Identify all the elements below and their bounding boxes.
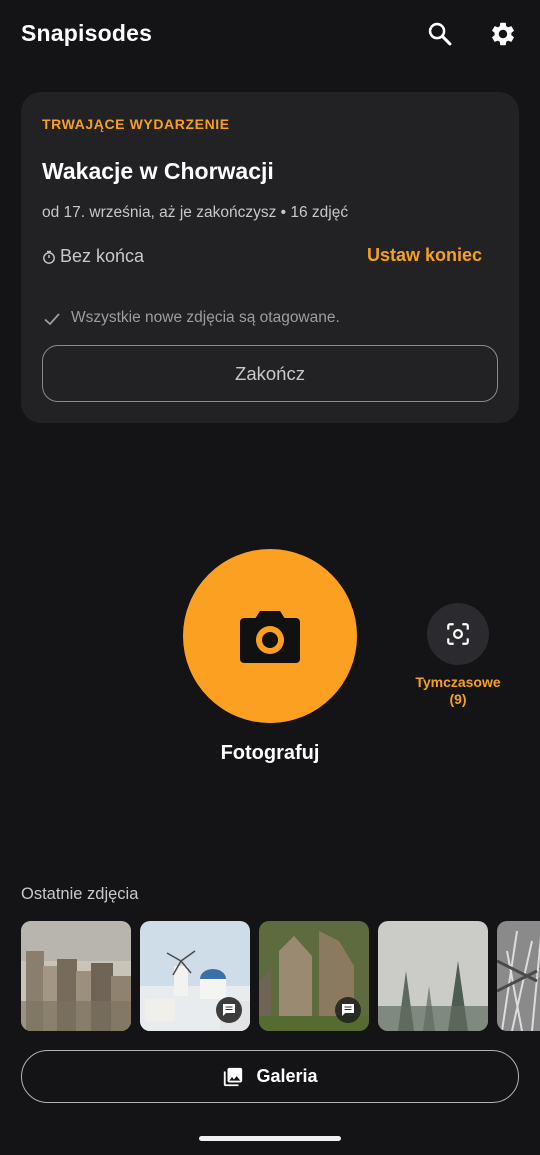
temporary-photos-button[interactable] (427, 603, 489, 665)
settings-button[interactable] (485, 16, 521, 52)
temporary-photos-label: Tymczasowe (9) (402, 674, 514, 708)
set-end-button[interactable]: Ustaw koniec (367, 245, 482, 266)
end-label: Bez końca (60, 246, 145, 266)
event-meta: od 17. września, aż je zakończysz • 16 z… (42, 204, 349, 221)
capture-label: Fotografuj (220, 742, 320, 764)
app-title: Snapisodes (21, 20, 153, 46)
photo-thumbnail-fog-forest[interactable] (378, 921, 488, 1031)
gesture-nav-handle[interactable] (199, 1136, 341, 1141)
note-badge (216, 997, 242, 1023)
app-screen: Snapisodes TRWAJĄCE WYDARZENIE Wakacje w… (0, 0, 540, 1155)
ongoing-event-card: TRWAJĄCE WYDARZENIE Wakacje w Chorwacji … (21, 92, 519, 423)
tag-note-row: Wszystkie nowe zdjęcia są otagowane. (42, 308, 462, 330)
event-overline: TRWAJĄCE WYDARZENIE (42, 116, 230, 132)
camera-icon (240, 611, 300, 663)
capture-button[interactable] (183, 549, 357, 723)
photo-thumbnail-windmill[interactable] (140, 921, 250, 1031)
recent-photos-title: Ostatnie zdjęcia (21, 885, 139, 903)
recent-photos-strip[interactable] (21, 921, 540, 1031)
comment-icon (342, 1004, 354, 1016)
gallery-button[interactable]: Galeria (21, 1050, 519, 1103)
focus-icon (447, 623, 469, 645)
top-app-bar: Snapisodes (0, 0, 540, 68)
timer-icon (43, 250, 55, 264)
check-icon (44, 313, 60, 326)
photo-thumbnail-rocks[interactable] (259, 921, 369, 1031)
photo-library-icon (224, 1067, 243, 1086)
search-button[interactable] (422, 16, 458, 52)
comment-icon (223, 1004, 235, 1016)
search-icon (428, 22, 452, 46)
event-title: Wakacje w Chorwacji (42, 158, 274, 184)
photo-thumbnail-city[interactable] (21, 921, 131, 1031)
note-badge (335, 997, 361, 1023)
temporary-count: (9) (449, 691, 467, 707)
temporary-label-text: Tymczasowe (415, 674, 501, 690)
gear-icon (492, 22, 514, 46)
photo-thumbnail-grass[interactable] (497, 921, 540, 1031)
finish-event-button[interactable]: Zakończ (42, 345, 498, 402)
gallery-label: Galeria (256, 1066, 318, 1086)
tag-note: Wszystkie nowe zdjęcia są otagowane. (71, 309, 340, 326)
event-end-row: Bez końca Ustaw koniec (42, 245, 498, 269)
